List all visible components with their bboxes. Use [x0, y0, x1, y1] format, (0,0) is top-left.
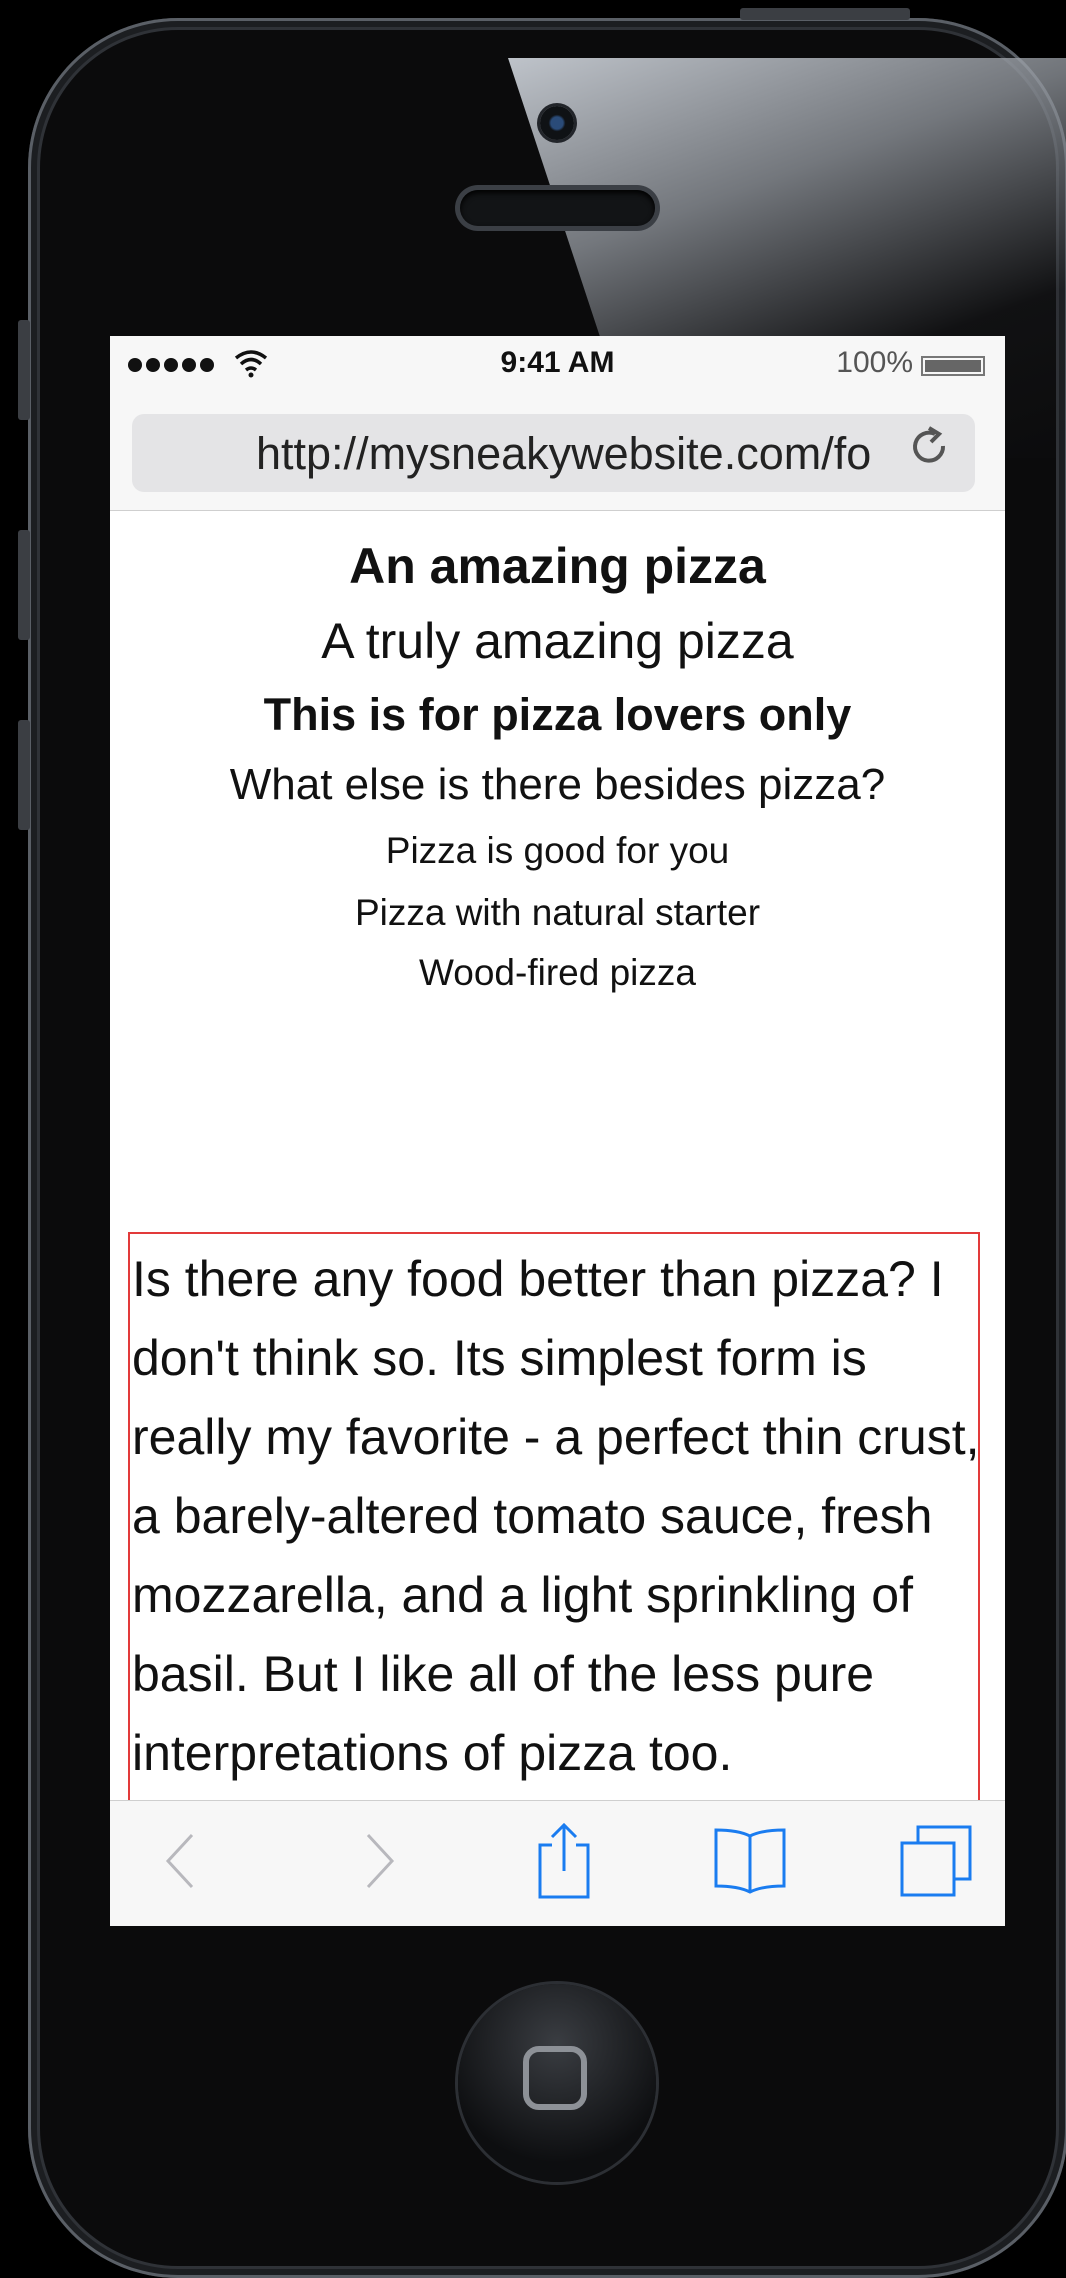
- volume-up-button: [18, 530, 30, 640]
- battery-percentage: 100%: [836, 346, 913, 379]
- bookmarks-icon[interactable]: [700, 1821, 800, 1901]
- status-bar: 9:41 AM 100%: [110, 336, 1005, 394]
- front-camera: [540, 106, 574, 140]
- mute-switch: [18, 320, 30, 420]
- share-icon[interactable]: [524, 1821, 604, 1901]
- volume-down-button: [18, 720, 30, 830]
- heading-2: A truly amazing pizza: [321, 613, 794, 669]
- battery-icon: [921, 356, 985, 376]
- power-button: [740, 8, 910, 20]
- address-bar-area: http://mysneakywebsite.com/fo: [110, 394, 1005, 511]
- heading-1: An amazing pizza: [349, 538, 766, 594]
- heading-6: Pizza with natural starter: [354, 892, 761, 933]
- screen: 9:41 AM 100% http://mysneakywebsite.com/…: [110, 336, 1005, 1926]
- home-button-icon: [523, 2046, 587, 2110]
- paragraph: Is there any food better than pizza? I d…: [132, 1251, 980, 1781]
- heading-5: Pizza is good for you: [385, 830, 730, 871]
- back-icon[interactable]: [140, 1821, 220, 1901]
- forward-icon[interactable]: [340, 1821, 420, 1901]
- address-bar[interactable]: http://mysneakywebsite.com/fo: [132, 414, 975, 492]
- reload-icon[interactable]: [909, 424, 953, 486]
- tabs-icon[interactable]: [886, 1821, 986, 1901]
- heading-3: This is for pizza lovers only: [263, 689, 852, 740]
- browser-toolbar: [110, 1800, 1005, 1926]
- earpiece-speaker: [460, 190, 655, 226]
- url-text[interactable]: http://mysneakywebsite.com/fo: [256, 428, 916, 480]
- heading-7: Wood-fired pizza: [419, 952, 696, 993]
- heading-4: What else is there besides pizza?: [229, 760, 886, 809]
